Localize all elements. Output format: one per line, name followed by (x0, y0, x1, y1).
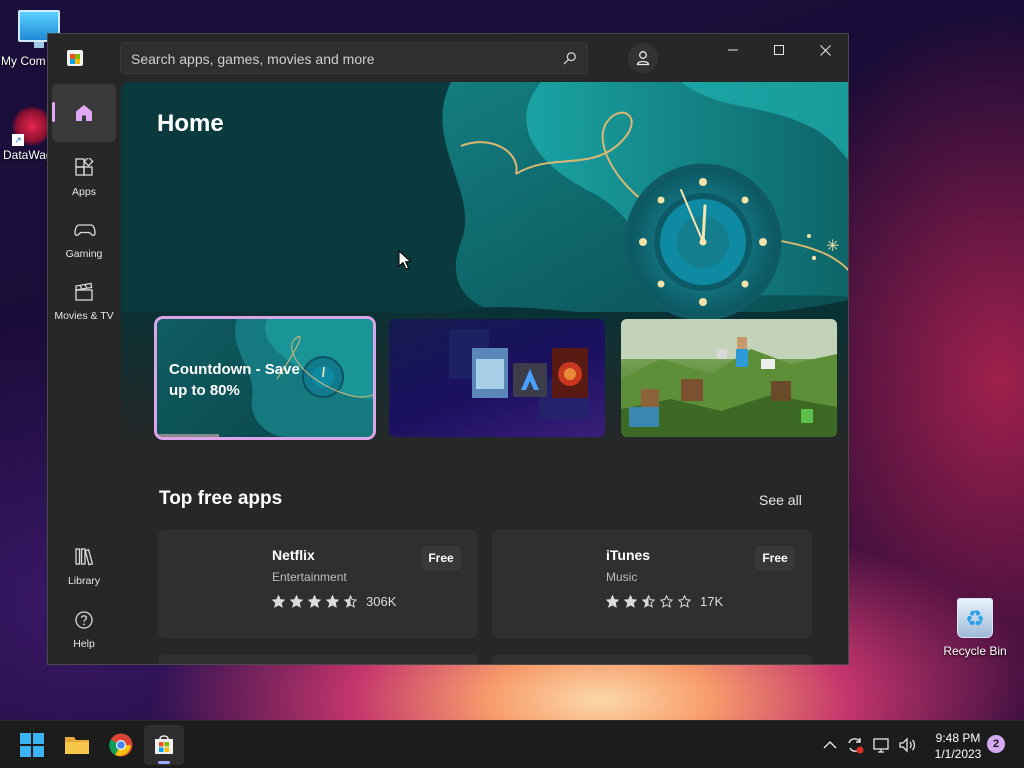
card-artwork (621, 319, 837, 437)
apps-icon (75, 158, 94, 176)
section-title: Top free apps (159, 488, 283, 509)
app-tile[interactable] (158, 654, 478, 664)
chrome-button[interactable] (101, 725, 141, 765)
notification-badge[interactable]: 2 (987, 735, 1005, 753)
clock-date: 1/1/2023 (934, 747, 982, 761)
nav-label: Movies & TV (54, 310, 114, 322)
search-box[interactable] (120, 42, 588, 74)
card-artwork (449, 329, 589, 419)
star-filled-icon (290, 594, 303, 608)
start-icon (20, 733, 44, 757)
app-category: Music (606, 570, 638, 584)
system-clock[interactable]: 9:48 PM 1/1/2023 (928, 730, 988, 762)
nav-label: Help (73, 638, 95, 650)
minimize-button[interactable] (710, 34, 756, 66)
taskbar: 9:48 PM 1/1/2023 (0, 720, 1024, 768)
store-button[interactable] (144, 725, 184, 765)
nav-item-apps[interactable]: Apps (52, 148, 116, 206)
library-icon (75, 548, 94, 566)
hero-card-movies[interactable] (389, 319, 605, 437)
help-icon (75, 611, 93, 629)
mouse-cursor-icon (398, 250, 412, 270)
carousel-progress (157, 434, 219, 437)
datawag-app-icon: ↗ (12, 106, 52, 146)
app-tile[interactable] (492, 654, 812, 664)
app-rating: 306K (272, 593, 396, 609)
star-empty-icon (660, 594, 673, 608)
recycle-bin-icon (957, 598, 993, 638)
volume-icon[interactable] (897, 735, 917, 755)
nav-label: Library (67, 575, 101, 587)
close-icon (819, 44, 831, 56)
page-title: Home (157, 110, 224, 137)
rating-count: 306K (366, 593, 397, 609)
nav-label: Apps (72, 186, 96, 198)
app-rating: 17K (606, 593, 723, 609)
star-filled-icon (272, 594, 285, 608)
chevron-up-icon[interactable] (820, 735, 840, 755)
close-button[interactable] (802, 34, 848, 66)
start-button[interactable] (12, 725, 52, 765)
active-indicator (52, 102, 55, 122)
maximize-button[interactable] (756, 34, 802, 66)
app-name: iTunes (606, 547, 651, 563)
rating-count: 17K (700, 593, 724, 609)
nav-item-help[interactable]: Help (52, 600, 116, 658)
store-window: Apps Gaming Movies & TV Library (47, 33, 849, 665)
sync-icon[interactable] (845, 735, 865, 755)
movies-tv-icon (75, 282, 93, 301)
search-input[interactable] (131, 49, 551, 69)
file-explorer-icon (65, 737, 89, 754)
nav-item-library[interactable]: Library (52, 537, 116, 595)
store-logo-icon (67, 50, 83, 66)
file-explorer-button[interactable] (57, 725, 97, 765)
minimize-icon (728, 49, 738, 51)
star-half-icon (344, 594, 357, 608)
nav-label: Gaming (65, 248, 103, 260)
nav-item-home[interactable] (52, 84, 116, 142)
star-half-icon (642, 594, 655, 608)
app-tile-itunes[interactable]: iTunes Music 17K Free (492, 530, 812, 638)
search-icon[interactable] (563, 51, 577, 65)
see-all-link[interactable]: See all (759, 492, 802, 508)
gaming-icon (74, 224, 96, 236)
title-bar (48, 34, 848, 82)
free-button[interactable]: Free (421, 546, 461, 570)
star-empty-icon (678, 594, 691, 608)
desktop-icon-label: Recycle Bin (943, 644, 1007, 658)
store-icon (155, 735, 173, 754)
hero-card-minecraft[interactable] (621, 319, 837, 437)
star-filled-icon (308, 594, 321, 608)
app-name: Netflix (272, 547, 315, 563)
app-tile-netflix[interactable]: Netflix Entertainment 306K Free (158, 530, 478, 638)
svg-text:✳: ✳ (826, 236, 839, 255)
app-category: Entertainment (272, 570, 347, 584)
nav-item-movies-tv[interactable]: Movies & TV (52, 272, 116, 330)
star-filled-icon (624, 594, 637, 608)
network-icon[interactable] (872, 735, 892, 755)
maximize-icon (774, 45, 784, 55)
main-content: ✳ Home Countdown - Save up to 80% Top fr… (121, 82, 848, 664)
star-filled-icon (326, 594, 339, 608)
navigation-sidebar: Apps Gaming Movies & TV Library Help (48, 82, 120, 664)
hero-banner[interactable]: ✳ Home Countdown - Save up to 80% (121, 82, 848, 452)
clock-time: 9:48 PM (935, 731, 981, 745)
account-button[interactable] (628, 43, 658, 73)
home-icon (76, 105, 92, 121)
nav-item-gaming[interactable]: Gaming (52, 210, 116, 268)
shortcut-arrow-icon: ↗ (12, 134, 24, 146)
chrome-icon (109, 733, 133, 757)
desktop-icon-recycle-bin[interactable]: Recycle Bin (935, 598, 1015, 658)
star-filled-icon (606, 594, 619, 608)
card-title: Countdown - Save up to 80% (169, 361, 300, 399)
free-button[interactable]: Free (755, 546, 795, 570)
person-icon (636, 51, 650, 66)
hero-card-countdown[interactable]: Countdown - Save up to 80% (154, 316, 376, 440)
